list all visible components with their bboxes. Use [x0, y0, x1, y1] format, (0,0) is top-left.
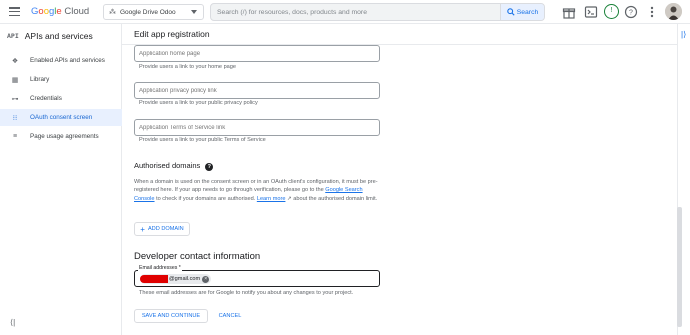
project-selector[interactable]: ⁂ Google Drive Odoo	[103, 4, 204, 20]
sidebar-item-credentials[interactable]: ⊶ Credentials	[0, 90, 122, 107]
authorised-domains-description: When a domain is used on the consent scr…	[134, 178, 380, 203]
sidebar-item-label: OAuth consent screen	[30, 114, 93, 121]
sidebar-item-label: Page usage agreements	[30, 133, 99, 140]
redaction-mark	[140, 275, 168, 283]
description-text: to check if your domains are authorised.	[154, 195, 257, 202]
email-chip-text: @gmail.com	[169, 276, 201, 282]
sidebar-title: APIs and services	[24, 31, 93, 41]
consent-icon: ⁝⁝	[12, 114, 18, 122]
email-chip: @gmail.com ×	[140, 274, 212, 284]
plus-icon: +	[140, 224, 145, 234]
logo-word: Google	[31, 6, 62, 17]
help-circle-icon[interactable]: ?	[205, 162, 214, 171]
scrollbar[interactable]	[677, 207, 682, 327]
top-bar: Google Cloud ⁂ Google Drive Odoo Search …	[0, 0, 690, 24]
agreement-icon: ≡	[12, 133, 18, 140]
learn-more-link[interactable]: Learn more	[257, 196, 286, 202]
save-and-continue-button[interactable]: SAVE AND CONTINUE	[134, 309, 208, 323]
collapse-sidebar-icon[interactable]: ⟨|	[10, 318, 15, 327]
google-cloud-logo[interactable]: Google Cloud	[31, 6, 89, 17]
library-icon: ▦	[11, 76, 19, 84]
terms-of-service-field	[134, 119, 380, 136]
search-icon	[506, 8, 515, 16]
logo-product: Cloud	[64, 6, 90, 17]
home-page-input[interactable]	[139, 49, 375, 59]
notification-alert-icon[interactable]: !	[604, 4, 619, 19]
project-icon: ⁂	[109, 9, 116, 16]
page-header: Edit app registration	[122, 24, 677, 45]
email-help-text: These email addresses are for Google to …	[139, 290, 354, 296]
privacy-policy-help: Provide users a link to your public priv…	[139, 100, 258, 106]
add-domain-button[interactable]: + ADD DOMAIN	[134, 222, 190, 236]
expand-panel-icon[interactable]: |⟩	[681, 30, 686, 39]
search-input[interactable]	[217, 7, 497, 18]
cancel-button[interactable]: CANCEL	[213, 309, 247, 323]
more-vert-icon[interactable]	[645, 5, 659, 19]
privacy-policy-field	[134, 82, 380, 99]
sidebar-item-page-usage[interactable]: ≡ Page usage agreements	[0, 128, 122, 145]
authorised-domains-heading: Authorised domains?	[134, 161, 214, 171]
email-addresses-field[interactable]: @gmail.com ×	[134, 270, 380, 287]
sidebar-item-library[interactable]: ▦ Library	[0, 71, 122, 88]
chevron-down-icon	[191, 10, 197, 14]
authorised-domains-title: Authorised domains	[134, 161, 201, 170]
sidebar-item-oauth-consent[interactable]: ⁝⁝ OAuth consent screen	[0, 109, 122, 126]
svg-text:?: ?	[629, 10, 633, 17]
sidebar-header: API APIs and services	[7, 31, 93, 41]
remove-chip-icon[interactable]: ×	[202, 275, 210, 283]
description-text: about the authorised domain limit.	[291, 195, 378, 202]
email-field-label: Email addresses *	[138, 265, 182, 271]
search-bar: Search	[210, 3, 545, 21]
gift-icon[interactable]	[562, 5, 576, 19]
terms-of-service-input[interactable]	[139, 123, 375, 133]
help-icon[interactable]: ?	[624, 5, 638, 19]
search-button[interactable]: Search	[500, 4, 544, 20]
key-icon: ⊶	[11, 95, 19, 103]
api-badge-icon: API	[7, 32, 19, 40]
developer-contact-heading: Developer contact information	[134, 251, 261, 262]
avatar[interactable]	[665, 3, 682, 20]
cloud-shell-icon[interactable]	[584, 5, 598, 19]
menu-icon[interactable]	[9, 7, 20, 17]
user-photo-icon	[665, 3, 682, 20]
search-button-label: Search	[516, 8, 539, 16]
page-title: Edit app registration	[134, 29, 210, 39]
sidebar-item-label: Library	[30, 76, 50, 83]
project-name: Google Drive Odoo	[120, 8, 176, 16]
terms-of-service-help: Provide users a link to your public Term…	[139, 137, 266, 143]
home-page-field	[134, 45, 380, 62]
diamond-grid-icon: ❖	[11, 57, 19, 65]
privacy-policy-input[interactable]	[139, 86, 375, 96]
sidebar-item-enabled-apis[interactable]: ❖ Enabled APIs and services	[0, 52, 122, 69]
sidebar-item-label: Enabled APIs and services	[30, 57, 105, 64]
add-domain-label: ADD DOMAIN	[147, 226, 184, 232]
sidebar: API APIs and services ❖ Enabled APIs and…	[0, 24, 122, 335]
sidebar-item-label: Credentials	[30, 95, 62, 102]
home-page-help: Provide users a link to your home page	[139, 64, 237, 70]
